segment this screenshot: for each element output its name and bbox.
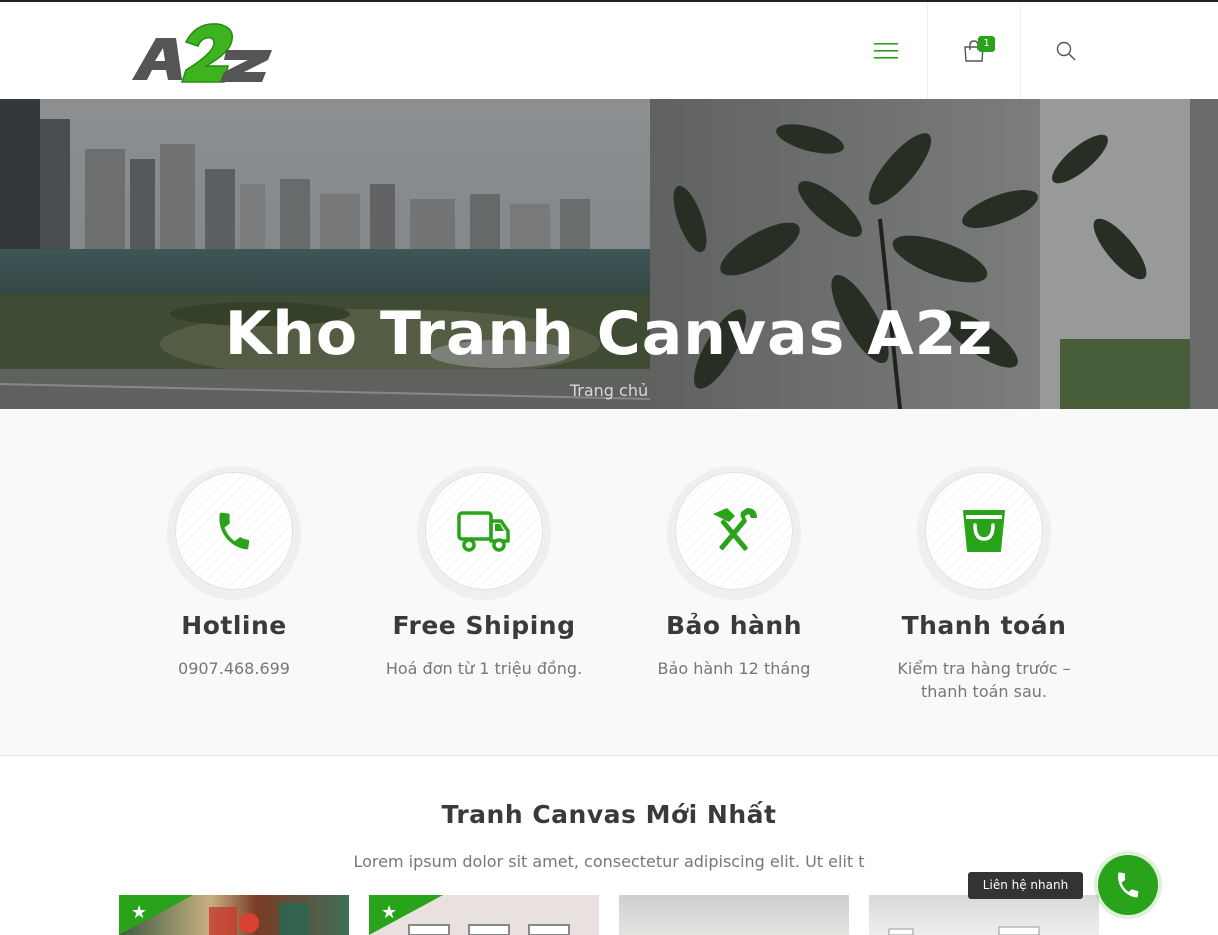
product-thumbnail <box>888 926 1040 935</box>
truck-icon <box>457 511 510 552</box>
feature-icon-circle <box>175 472 293 590</box>
shopping-bag-icon <box>963 510 1005 552</box>
quick-contact-button[interactable] <box>1098 855 1158 915</box>
hamburger-icon <box>874 42 898 59</box>
feature-icon-ring <box>917 466 1051 600</box>
feature-icon-ring <box>667 466 801 600</box>
site-logo[interactable] <box>130 20 276 86</box>
feature-text: Hoá đơn từ 1 triệu đồng. <box>385 659 583 678</box>
cart-count-badge: 1 <box>978 36 995 52</box>
breadcrumb-home[interactable]: Trang chủ <box>0 381 1218 400</box>
featured-badge: ★ <box>119 895 193 935</box>
tools-icon <box>713 508 757 551</box>
product-card[interactable] <box>619 895 849 935</box>
feature-icon-ring <box>167 466 301 600</box>
logo-graphic <box>132 23 272 83</box>
search-button[interactable] <box>1022 2 1110 99</box>
feature-text: Kiểm tra hàng trước – thanh toán sau. <box>897 659 1071 701</box>
hero-banner: Kho Tranh Canvas A2z Trang chủ <box>0 99 1218 409</box>
feature-title: Free Shiping <box>392 611 576 640</box>
quick-contact-label[interactable]: Liên hệ nhanh <box>968 872 1083 899</box>
cart-button[interactable]: 1 <box>927 2 1021 99</box>
star-icon: ★ <box>131 902 148 923</box>
phone-icon <box>1118 872 1139 898</box>
site-header: 1 <box>0 2 1218 99</box>
product-card[interactable] <box>869 895 1099 935</box>
product-card[interactable]: ★ <box>119 895 349 935</box>
feature-text: Bảo hành 12 tháng <box>657 659 811 678</box>
search-icon <box>1056 41 1076 61</box>
feature-icon-circle <box>425 472 543 590</box>
phone-icon <box>219 512 250 550</box>
feature-title: Bảo hành <box>665 611 803 640</box>
star-icon: ★ <box>381 902 398 923</box>
feature-title: Thanh toán <box>901 611 1067 640</box>
feature-icon-circle <box>925 472 1043 590</box>
product-card[interactable]: ★ <box>369 895 599 935</box>
products-section-title: Tranh Canvas Mới Nhất <box>441 800 777 829</box>
products-section-subtitle: Lorem ipsum dolor sit amet, consectetur … <box>353 852 865 871</box>
hero-title: Kho Tranh Canvas A2z <box>224 299 994 369</box>
menu-button[interactable] <box>845 2 927 99</box>
features-section: Hotline 0907.468.699 Free Shiping Hoá đơ… <box>0 409 1218 756</box>
featured-badge: ★ <box>369 895 443 935</box>
feature-icon-circle <box>675 472 793 590</box>
feature-title: Hotline <box>181 611 287 640</box>
feature-text: 0907.468.699 <box>178 659 290 678</box>
feature-icon-ring <box>417 466 551 600</box>
